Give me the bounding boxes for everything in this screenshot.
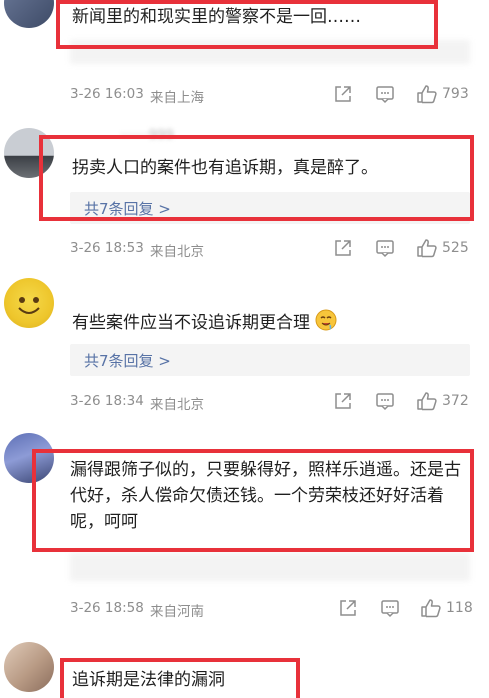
like-count: 372 [442,393,469,409]
comment-icon[interactable] [380,598,400,622]
like-count: 525 [442,240,469,256]
comment-time: 3-26 18:53 [70,240,144,256]
comment-icon[interactable] [375,391,395,415]
comment-location: 来自北京 [150,244,204,260]
view-replies-link[interactable]: 共7条回复 > [84,350,171,371]
comment-time: 3-26 18:34 [70,393,144,409]
avatar[interactable] [4,0,54,28]
comment-icon[interactable] [375,84,395,108]
comment-text: 有些案件应当不设追诉期更合理 [72,309,337,339]
share-icon[interactable] [333,238,353,262]
like-count: 118 [446,600,473,616]
thumbs-up-icon[interactable] [416,238,438,262]
avatar[interactable] [4,642,54,692]
avatar[interactable] [4,278,54,328]
comment-time: 3-26 16:03 [70,86,144,102]
comment-icon[interactable] [375,238,395,262]
comment-text-body: 有些案件应当不设追诉期更合理 [72,313,310,333]
drooling-face-emoji [315,309,337,339]
share-icon[interactable] [338,598,358,622]
share-icon[interactable] [333,391,353,415]
highlight-box [60,658,300,698]
highlight-box [56,0,438,49]
comment-location: 来自河南 [150,604,204,620]
highlight-box [39,135,474,221]
reply-box[interactable]: 共7条回复 > [70,344,470,376]
thumbs-up-icon[interactable] [420,598,442,622]
like-count: 793 [442,86,469,102]
comment-location: 来自北京 [150,397,204,413]
highlight-box [32,449,474,552]
share-icon[interactable] [333,84,353,108]
thumbs-up-icon[interactable] [416,84,438,108]
thumbs-up-icon[interactable] [416,391,438,415]
comment-time: 3-26 18:58 [70,600,144,616]
comment-location: 来自上海 [150,90,204,106]
reply-preview [70,553,470,581]
